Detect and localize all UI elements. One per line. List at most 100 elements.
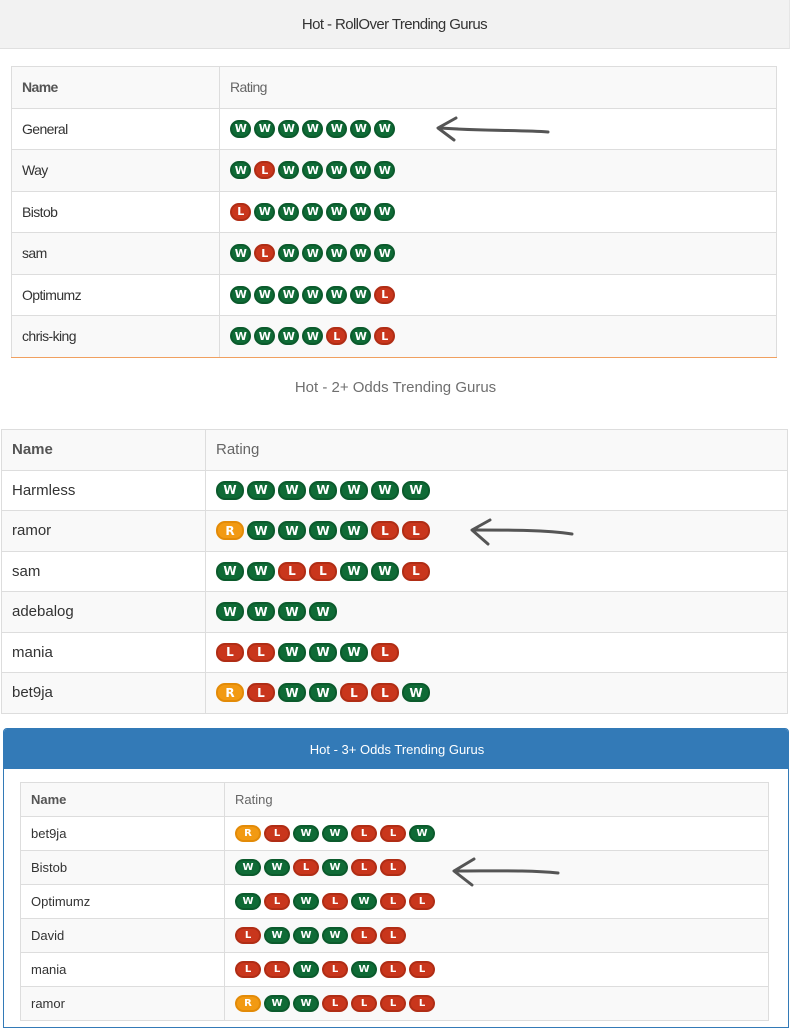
win-badge: W xyxy=(235,859,261,876)
guru-rating-cell: WWWWLWL xyxy=(219,315,777,358)
win-badge: W xyxy=(402,683,430,703)
table-row: mania L L W L W L L xyxy=(20,952,769,987)
win-badge: W xyxy=(254,327,275,346)
guru-rating-cell: RLWWLLW xyxy=(205,672,788,714)
win-badge: W xyxy=(278,285,299,304)
win-badge: W xyxy=(309,683,337,703)
win-badge: W xyxy=(278,119,299,138)
win-badge: W xyxy=(322,825,348,842)
win-badge: W xyxy=(351,893,377,910)
rating-column-header: Rating xyxy=(219,66,777,109)
rating-badges: LLWWWL xyxy=(216,642,777,662)
win-badge: W xyxy=(322,927,348,944)
guru-rating-cell: WLWWWWW xyxy=(219,149,777,192)
win-badge: W xyxy=(340,480,368,500)
loss-badge: L xyxy=(380,961,406,978)
loss-badge: L xyxy=(380,995,406,1012)
guru-name-link[interactable]: sam xyxy=(11,232,220,275)
guru-name-link[interactable]: adebalog xyxy=(1,591,206,633)
two-odds-gurus-table: Name Rating Harmless W W W W W W Wramor R W W W W L Lsa… xyxy=(1,429,788,714)
rating-column-header: Rating xyxy=(205,429,788,471)
win-badge: W xyxy=(230,327,251,346)
table-row: bet9ja R L W W L L W xyxy=(1,672,788,714)
arrow-annotation-icon xyxy=(452,857,560,887)
name-column-header: Name xyxy=(1,429,206,471)
win-badge: W xyxy=(278,642,306,662)
guru-name-link[interactable]: ramor xyxy=(20,986,225,1021)
guru-name-link[interactable]: Optimumz xyxy=(20,884,225,919)
loss-badge: L xyxy=(326,327,347,346)
win-badge: W xyxy=(309,521,337,541)
guru-name-link[interactable]: David xyxy=(20,918,225,953)
guru-rating-cell: LLWWWL xyxy=(205,631,788,673)
guru-rating-cell: WWWWWWW xyxy=(205,469,788,511)
guru-name-link[interactable]: Harmless xyxy=(1,469,206,511)
win-badge: W xyxy=(247,480,275,500)
two-odds-panel-title: Hot - 2+ Odds Trending Gurus xyxy=(294,378,497,396)
loss-badge: L xyxy=(380,825,406,842)
win-badge: W xyxy=(302,327,323,346)
rating-badges: LLWLWLL xyxy=(235,961,758,978)
guru-name-link[interactable]: Bistob xyxy=(11,190,220,233)
loss-badge: L xyxy=(380,927,406,944)
win-badge: W xyxy=(293,995,319,1012)
win-badge: W xyxy=(247,521,275,541)
loss-badge: L xyxy=(230,202,251,221)
win-badge: W xyxy=(278,683,306,703)
rating-badges: WWLLWWL xyxy=(216,561,777,581)
loss-badge: L xyxy=(371,683,399,703)
table-row: Bistob L W W W W W W xyxy=(11,190,777,233)
win-badge: W xyxy=(402,480,430,500)
guru-name-link[interactable]: bet9ja xyxy=(1,672,206,714)
loss-badge: L xyxy=(374,327,395,346)
win-badge: W xyxy=(264,927,290,944)
win-badge: W xyxy=(247,561,275,581)
guru-name-link[interactable]: sam xyxy=(1,550,206,592)
guru-name-link[interactable]: mania xyxy=(20,952,225,987)
refund-badge: R xyxy=(235,995,261,1012)
three-odds-panel-title: Hot - 3+ Odds Trending Gurus xyxy=(4,729,788,769)
rating-badges: WWWW xyxy=(216,602,777,622)
loss-badge: L xyxy=(264,825,290,842)
guru-name-link[interactable]: mania xyxy=(1,631,206,673)
loss-badge: L xyxy=(371,642,399,662)
refund-badge: R xyxy=(216,521,244,541)
guru-name-link[interactable]: bet9ja xyxy=(20,816,225,851)
win-badge: W xyxy=(326,285,347,304)
rating-badges: WWWWLWL xyxy=(230,327,766,346)
win-badge: W xyxy=(293,961,319,978)
rating-badges: WLWLWLL xyxy=(235,893,758,910)
guru-name-link[interactable]: ramor xyxy=(1,510,206,552)
rating-badges: RLWWLLW xyxy=(216,683,777,703)
guru-name-link[interactable]: chris-king xyxy=(11,315,220,358)
win-badge: W xyxy=(278,602,306,622)
loss-badge: L xyxy=(309,561,337,581)
table-row: mania L L W W W L xyxy=(1,631,788,673)
win-badge: W xyxy=(254,119,275,138)
guru-name-link[interactable]: Way xyxy=(11,149,220,192)
win-badge: W xyxy=(309,642,337,662)
guru-name-link[interactable]: General xyxy=(11,107,220,150)
loss-badge: L xyxy=(380,893,406,910)
win-badge: W xyxy=(278,480,306,500)
win-badge: W xyxy=(264,995,290,1012)
table-row: Optimumz W W W W W W L xyxy=(11,273,777,316)
table-row: David L W W W L L xyxy=(20,918,769,953)
win-badge: W xyxy=(326,119,347,138)
loss-badge: L xyxy=(293,859,319,876)
loss-badge: L xyxy=(278,561,306,581)
rollover-gurus-table: Name Rating General W W W W W W W Way W L W W W W W Bisto… xyxy=(11,66,777,358)
rating-badges: WWWWWWL xyxy=(230,285,766,304)
loss-badge: L xyxy=(351,825,377,842)
loss-badge: L xyxy=(374,285,395,304)
loss-badge: L xyxy=(235,927,261,944)
guru-name-link[interactable]: Optimumz xyxy=(11,273,220,316)
table-row: adebalog W W W W xyxy=(1,591,788,633)
table-row: bet9ja R L W W L L W xyxy=(20,816,769,851)
win-badge: W xyxy=(350,285,371,304)
guru-name-link[interactable]: Bistob xyxy=(20,850,225,885)
loss-badge: L xyxy=(264,961,290,978)
win-badge: W xyxy=(293,927,319,944)
table-row: ramor R W W L L L L xyxy=(20,986,769,1021)
win-badge: W xyxy=(230,285,251,304)
